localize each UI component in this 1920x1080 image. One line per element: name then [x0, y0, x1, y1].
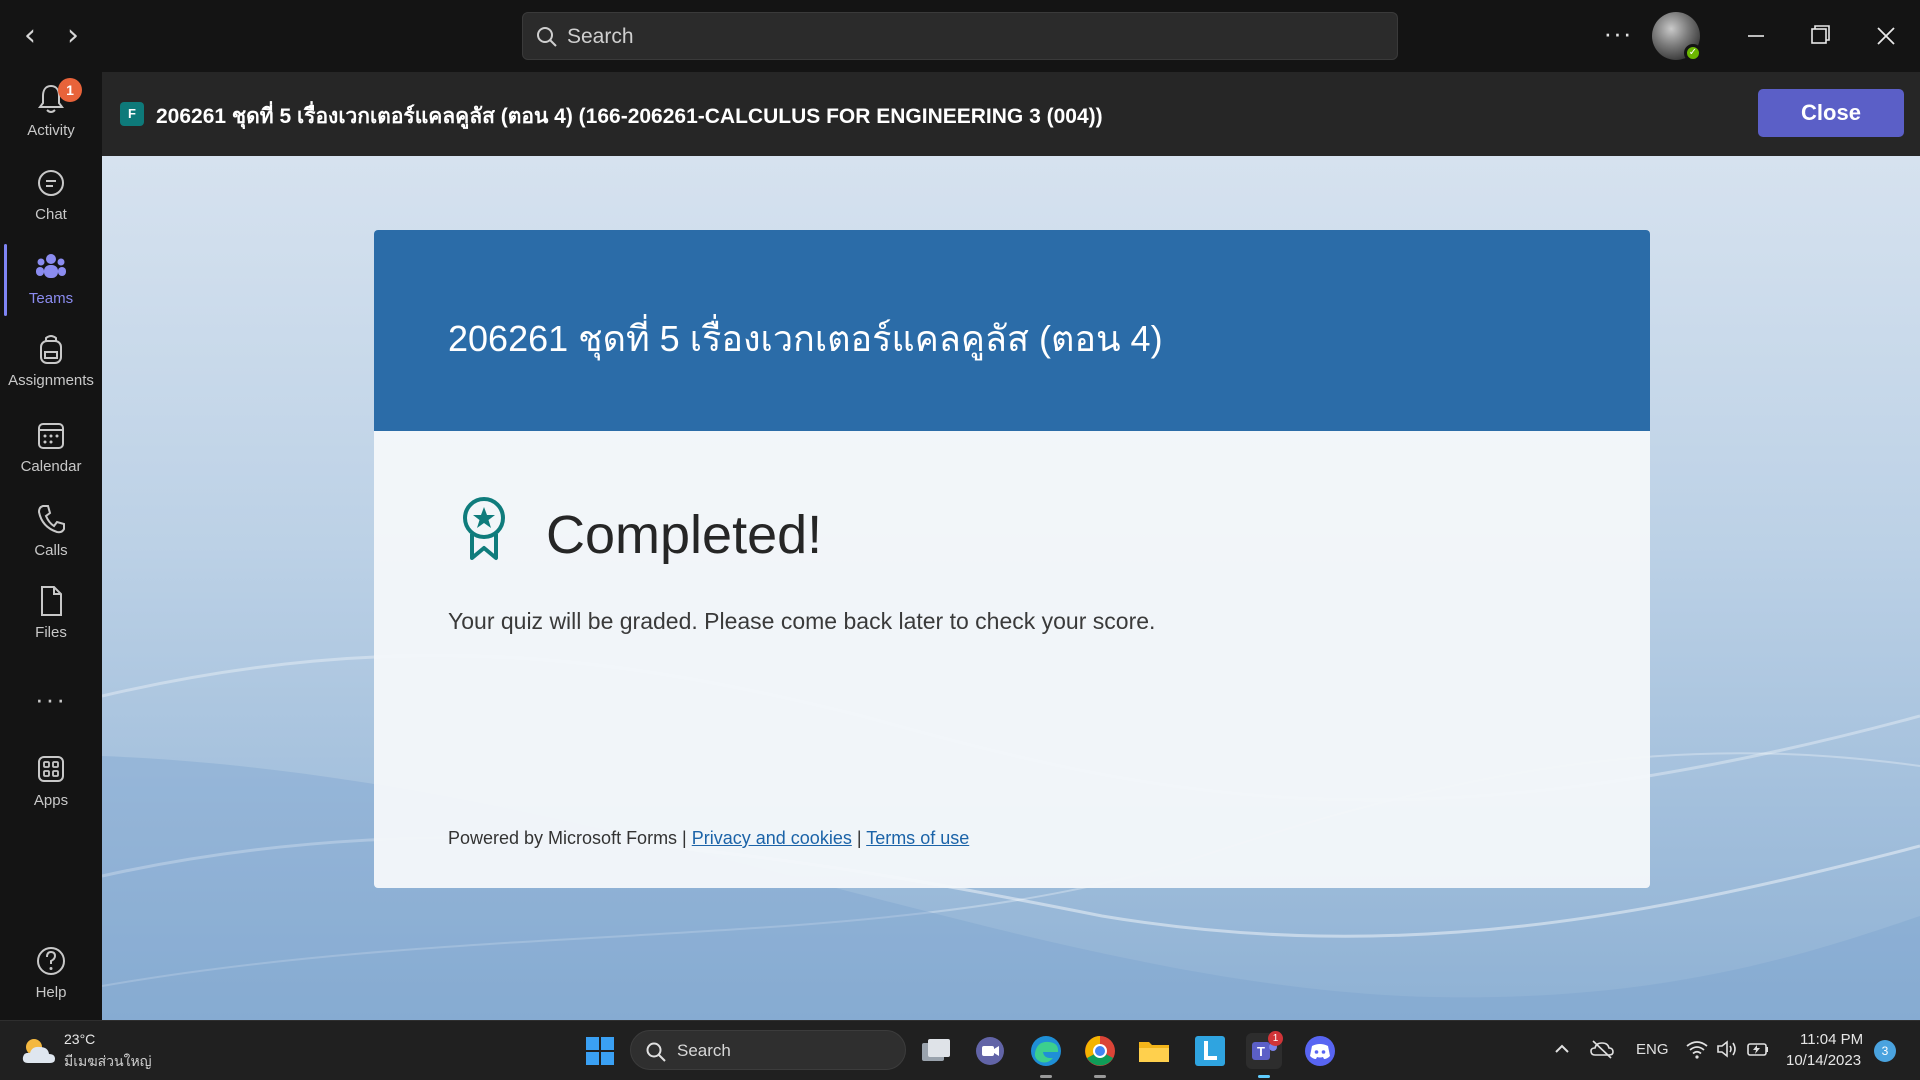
award-ribbon-icon — [463, 497, 505, 560]
onedrive-offline-icon[interactable] — [1590, 1039, 1614, 1059]
battery-charging-icon[interactable] — [1746, 1039, 1770, 1059]
discord-icon[interactable] — [1302, 1033, 1338, 1069]
clock-time[interactable]: 11:04 PM — [1800, 1031, 1863, 1048]
rail-label: Assignments — [8, 372, 94, 389]
line-app-icon[interactable] — [1192, 1033, 1228, 1069]
teams-app-icon[interactable]: T 1 — [1246, 1031, 1283, 1078]
form-content-area: 206261 ชุดที่ 5 เรื่องเวกเตอร์แคลคูลัส (… — [102, 156, 1920, 1020]
wifi-icon[interactable] — [1686, 1039, 1708, 1059]
title-bar: ‹ › Search ··· ✓ — [0, 0, 1920, 72]
form-footer: Powered by Microsoft Forms | Privacy and… — [448, 828, 969, 849]
taskbar: 23°C มีเมฆส่วนใหญ่ Search T 1 ENG 11:04 … — [0, 1020, 1920, 1080]
rail-label: Chat — [35, 206, 67, 223]
minimize-icon[interactable] — [1736, 18, 1776, 54]
search-input[interactable]: Search — [522, 12, 1398, 60]
notification-count-badge[interactable]: 3 — [1874, 1040, 1896, 1062]
close-window-icon[interactable] — [1866, 18, 1906, 54]
rail-label: Activity — [27, 122, 75, 139]
clock-date[interactable]: 10/14/2023 — [1786, 1052, 1861, 1069]
language-indicator[interactable]: ENG — [1636, 1041, 1669, 1058]
rail-item-calendar[interactable]: Calendar — [0, 408, 102, 488]
start-button[interactable] — [582, 1033, 618, 1069]
chevron-up-icon[interactable] — [1552, 1039, 1572, 1059]
avatar[interactable]: ✓ — [1652, 12, 1702, 62]
taskbar-search-input[interactable]: Search — [630, 1030, 906, 1070]
rail-item-chat[interactable]: Chat — [0, 156, 102, 236]
phone-icon — [37, 505, 65, 534]
footer-separator: | — [851, 828, 867, 848]
rail-item-teams[interactable]: Teams — [0, 240, 102, 320]
search-icon — [646, 1042, 666, 1062]
forward-arrow-icon[interactable]: › — [55, 18, 91, 54]
activity-badge: 1 — [58, 78, 82, 102]
back-arrow-icon[interactable]: ‹ — [12, 18, 48, 54]
chrome-browser-icon[interactable] — [1082, 1033, 1118, 1078]
svg-text:T: T — [1257, 1044, 1265, 1059]
file-explorer-icon[interactable] — [1136, 1033, 1172, 1069]
more-options-icon[interactable]: ··· — [1598, 18, 1638, 54]
rail-label: Teams — [28, 290, 74, 307]
rail-item-help[interactable]: Help — [0, 934, 102, 1014]
rail-item-files[interactable]: Files — [0, 574, 102, 654]
page-title: 206261 ชุดที่ 5 เรื่องเวกเตอร์แคลคูลัส (… — [156, 105, 1103, 128]
windows-logo-icon — [586, 1037, 614, 1065]
apps-icon — [38, 756, 64, 782]
completion-message: Your quiz will be graded. Please come ba… — [448, 608, 1156, 634]
rail-item-apps[interactable]: Apps — [0, 742, 102, 822]
completed-heading: Completed! — [546, 505, 823, 565]
running-indicator — [1094, 1075, 1106, 1078]
search-placeholder: Search — [567, 25, 634, 48]
weather-temperature: 23°C — [64, 1031, 96, 1047]
rail-label: Calendar — [20, 458, 82, 475]
app-header: F 206261 ชุดที่ 5 เรื่องเวกเตอร์แคลคูลัส… — [102, 72, 1920, 156]
teams-icon — [36, 254, 66, 278]
teams-badge: 1 — [1268, 1031, 1283, 1046]
form-header: 206261 ชุดที่ 5 เรื่องเวกเตอร์แคลคูลัส (… — [374, 230, 1650, 431]
help-icon — [37, 947, 65, 975]
privacy-link[interactable]: Privacy and cookies — [692, 828, 852, 848]
rail-label: Help — [35, 984, 67, 1001]
weather-description: มีเมฆส่วนใหญ่ — [64, 1053, 152, 1069]
form-card: 206261 ชุดที่ 5 เรื่องเวกเตอร์แคลคูลัส (… — [374, 230, 1650, 888]
forms-icon: F — [120, 102, 144, 126]
powered-by-text: Powered by Microsoft Forms | — [448, 828, 692, 848]
task-view-icon[interactable] — [918, 1033, 954, 1069]
rail-item-assignments[interactable]: Assignments — [0, 322, 102, 402]
rail-item-calls[interactable]: Calls — [0, 492, 102, 572]
edge-browser-icon[interactable] — [1028, 1033, 1064, 1078]
rail-label: Calls — [34, 542, 68, 559]
rail-label: Apps — [33, 792, 69, 809]
close-button[interactable]: Close — [1758, 89, 1904, 137]
active-indicator — [1258, 1075, 1270, 1078]
search-placeholder: Search — [677, 1041, 731, 1060]
app-rail: 1 Activity Chat Teams Assignments Calend… — [0, 72, 102, 1020]
running-indicator — [1040, 1075, 1052, 1078]
terms-link[interactable]: Terms of use — [866, 828, 969, 848]
more-apps-icon[interactable]: ··· — [0, 684, 102, 715]
weather-cloudy-icon[interactable] — [20, 1035, 58, 1067]
search-icon — [537, 27, 557, 47]
restore-icon[interactable] — [1800, 18, 1840, 54]
calendar-icon — [38, 423, 64, 449]
chat-icon — [38, 170, 64, 196]
form-title: 206261 ชุดที่ 5 เรื่องเวกเตอร์แคลคูลัส (… — [448, 318, 1163, 359]
meet-now-icon[interactable] — [972, 1033, 1008, 1069]
speaker-icon[interactable] — [1716, 1039, 1738, 1059]
rail-item-activity[interactable]: 1 Activity — [0, 72, 102, 152]
presence-available-icon: ✓ — [1684, 44, 1702, 62]
rail-label: Files — [35, 624, 67, 641]
file-icon — [41, 586, 62, 616]
backpack-icon — [40, 335, 62, 364]
